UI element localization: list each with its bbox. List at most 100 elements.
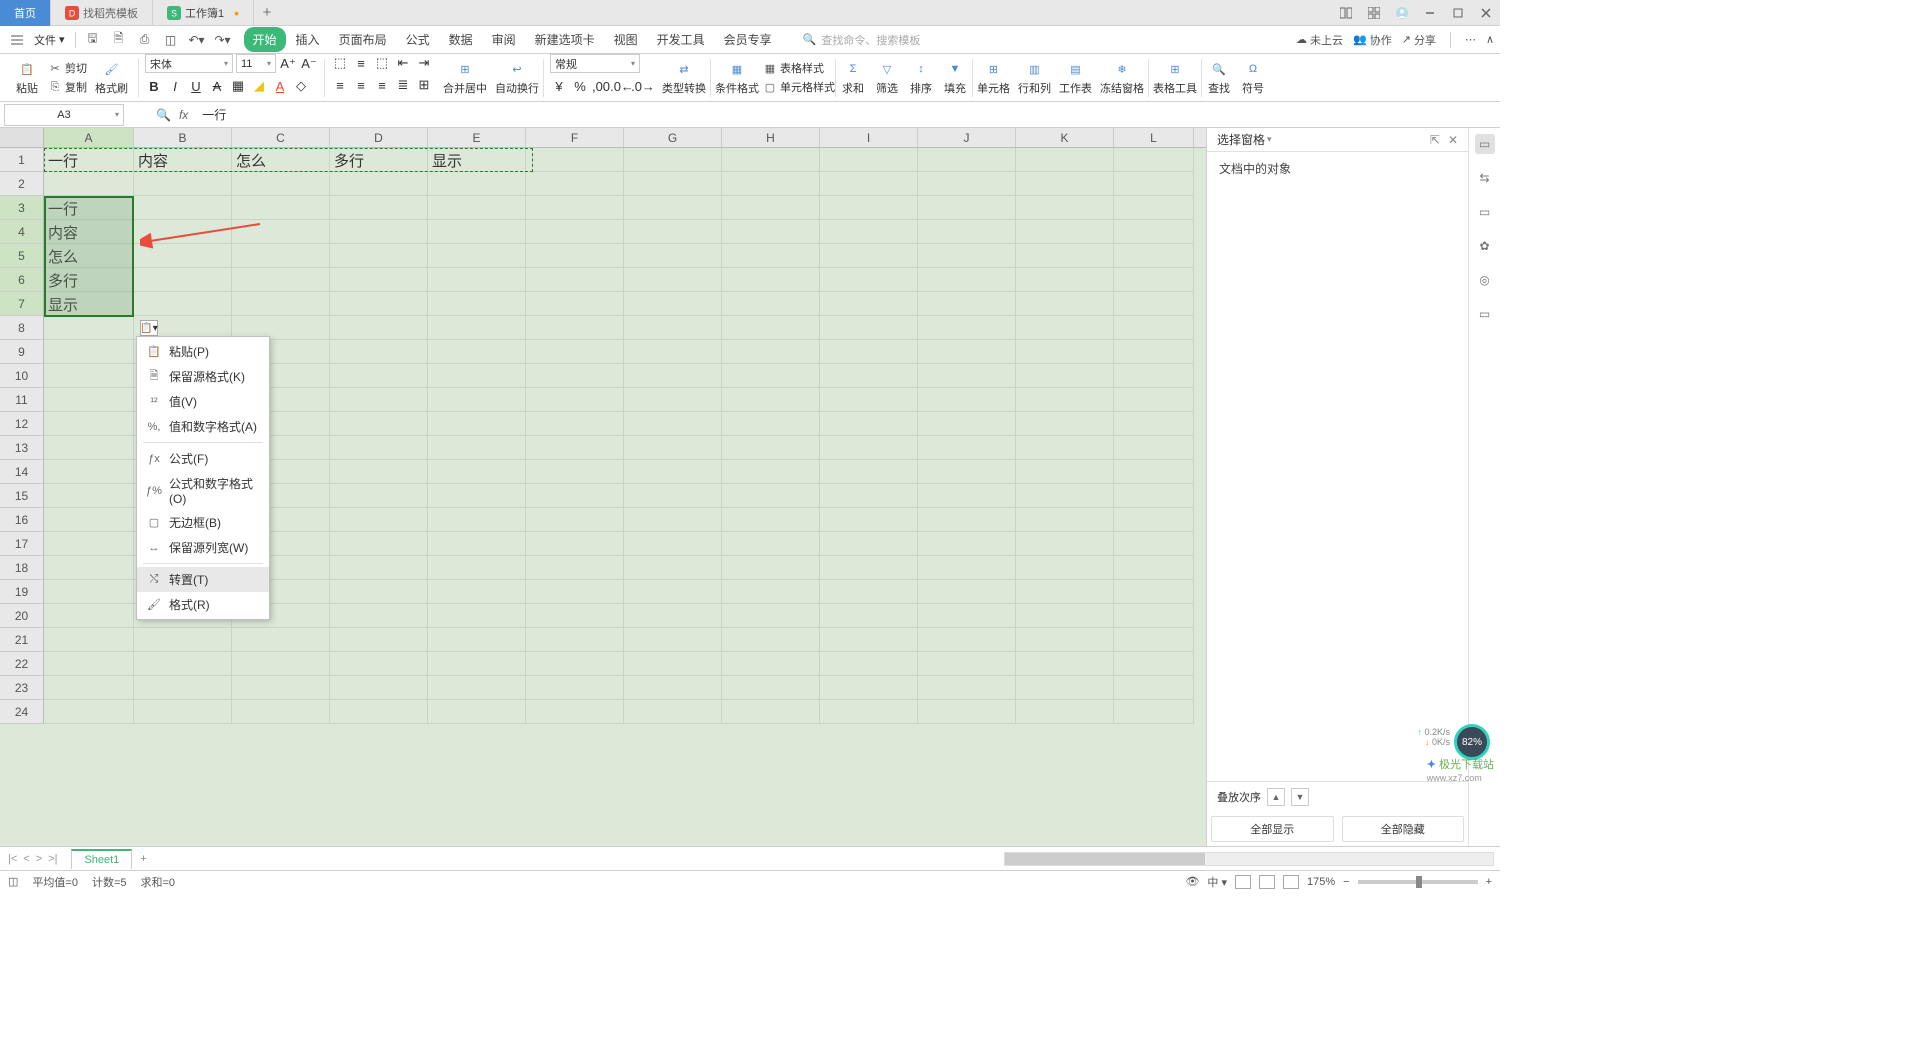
cell-L11[interactable] — [1114, 388, 1194, 412]
cell-C22[interactable] — [232, 652, 330, 676]
cell-J21[interactable] — [918, 628, 1016, 652]
ctx-value[interactable]: ¹²值(V) — [137, 389, 269, 414]
number-format-select[interactable]: 常规▾ — [550, 54, 640, 73]
cell-G20[interactable] — [624, 604, 722, 628]
show-all-button[interactable]: 全部显示 — [1211, 816, 1334, 842]
cell-G9[interactable] — [624, 340, 722, 364]
row-header-19[interactable]: 19 — [0, 580, 43, 604]
sort-button[interactable]: ↕排序 — [904, 57, 938, 98]
cell-A16[interactable] — [44, 508, 134, 532]
cell-F17[interactable] — [526, 532, 624, 556]
distribute-icon[interactable]: ⊞ — [415, 76, 433, 94]
col-header-H[interactable]: H — [722, 128, 820, 147]
cell-F3[interactable] — [526, 196, 624, 220]
cell-I12[interactable] — [820, 412, 918, 436]
cell-L7[interactable] — [1114, 292, 1194, 316]
cell-H18[interactable] — [722, 556, 820, 580]
cell-L4[interactable] — [1114, 220, 1194, 244]
cell-A21[interactable] — [44, 628, 134, 652]
tab-data[interactable]: 数据 — [440, 27, 482, 52]
cell-J7[interactable] — [918, 292, 1016, 316]
cell-L13[interactable] — [1114, 436, 1194, 460]
cell-K22[interactable] — [1016, 652, 1114, 676]
align-middle-icon[interactable]: ≡ — [352, 54, 370, 72]
cell-A20[interactable] — [44, 604, 134, 628]
cell-E19[interactable] — [428, 580, 526, 604]
cell-L19[interactable] — [1114, 580, 1194, 604]
cell-K16[interactable] — [1016, 508, 1114, 532]
cell-B4[interactable] — [134, 220, 232, 244]
cell-F14[interactable] — [526, 460, 624, 484]
search-box[interactable]: 🔍 查找命令、搜索模板 — [803, 32, 921, 48]
align-left-icon[interactable]: ≡ — [331, 76, 349, 94]
cell-C3[interactable] — [232, 196, 330, 220]
cell-button[interactable]: ⊞单元格 — [973, 57, 1014, 98]
cell-K15[interactable] — [1016, 484, 1114, 508]
italic-button[interactable]: I — [166, 77, 184, 95]
zoom-out-button[interactable]: − — [1343, 876, 1349, 888]
cell-F1[interactable] — [526, 148, 624, 172]
row-header-6[interactable]: 6 — [0, 268, 43, 292]
cell-H4[interactable] — [722, 220, 820, 244]
cell-E10[interactable] — [428, 364, 526, 388]
cell-E22[interactable] — [428, 652, 526, 676]
cell-A3[interactable]: 一行 — [44, 196, 134, 220]
cell-E2[interactable] — [428, 172, 526, 196]
tab-vip[interactable]: 会员专享 — [715, 27, 781, 52]
merge-button[interactable]: ⊞合并居中 — [439, 57, 491, 98]
tab-template[interactable]: D 找稻壳模板 — [51, 0, 153, 26]
cell-G14[interactable] — [624, 460, 722, 484]
cell-J16[interactable] — [918, 508, 1016, 532]
cell-G8[interactable] — [624, 316, 722, 340]
save-icon[interactable]: 🖫 — [82, 29, 104, 51]
tab-layout[interactable]: 页面布局 — [330, 27, 396, 52]
cell-G7[interactable] — [624, 292, 722, 316]
tool2-icon[interactable]: ⇆ — [1475, 168, 1495, 188]
format-painter-button[interactable]: 🖌格式刷 — [91, 57, 132, 98]
cell-G12[interactable] — [624, 412, 722, 436]
move-up-button[interactable]: ▲ — [1267, 788, 1285, 806]
cell-D15[interactable] — [330, 484, 428, 508]
cell-K12[interactable] — [1016, 412, 1114, 436]
cell-E14[interactable] — [428, 460, 526, 484]
col-header-J[interactable]: J — [918, 128, 1016, 147]
dec-decimal-icon[interactable]: .0→ — [634, 77, 652, 95]
cell-K19[interactable] — [1016, 580, 1114, 604]
cell-L17[interactable] — [1114, 532, 1194, 556]
cell-G11[interactable] — [624, 388, 722, 412]
cell-I7[interactable] — [820, 292, 918, 316]
zoom-percent[interactable]: 175% — [1307, 876, 1335, 888]
cell-K18[interactable] — [1016, 556, 1114, 580]
cell-J24[interactable] — [918, 700, 1016, 724]
cell-D23[interactable] — [330, 676, 428, 700]
cell-A19[interactable] — [44, 580, 134, 604]
fill-button[interactable]: ▼填充 — [938, 57, 972, 98]
pointer-icon[interactable]: ▭ — [1475, 134, 1495, 154]
type-convert-button[interactable]: ⇄类型转换 — [658, 57, 710, 98]
cell-K23[interactable] — [1016, 676, 1114, 700]
cell-H7[interactable] — [722, 292, 820, 316]
cell-I3[interactable] — [820, 196, 918, 220]
cell-I9[interactable] — [820, 340, 918, 364]
print-preview-icon[interactable]: ◫ — [160, 29, 182, 51]
col-header-F[interactable]: F — [526, 128, 624, 147]
cell-D5[interactable] — [330, 244, 428, 268]
cell-B2[interactable] — [134, 172, 232, 196]
cell-G6[interactable] — [624, 268, 722, 292]
col-header-G[interactable]: G — [624, 128, 722, 147]
cell-H10[interactable] — [722, 364, 820, 388]
cell-F2[interactable] — [526, 172, 624, 196]
cell-L23[interactable] — [1114, 676, 1194, 700]
cell-I14[interactable] — [820, 460, 918, 484]
cell-L1[interactable] — [1114, 148, 1194, 172]
cut-button[interactable]: ✂剪切 — [48, 60, 87, 76]
cell-J13[interactable] — [918, 436, 1016, 460]
col-header-C[interactable]: C — [232, 128, 330, 147]
prev-sheet-icon[interactable]: < — [23, 853, 29, 865]
cell-F6[interactable] — [526, 268, 624, 292]
cell-K7[interactable] — [1016, 292, 1114, 316]
cell-F22[interactable] — [526, 652, 624, 676]
cell-E18[interactable] — [428, 556, 526, 580]
cell-A10[interactable] — [44, 364, 134, 388]
minimize-button[interactable] — [1416, 0, 1444, 26]
